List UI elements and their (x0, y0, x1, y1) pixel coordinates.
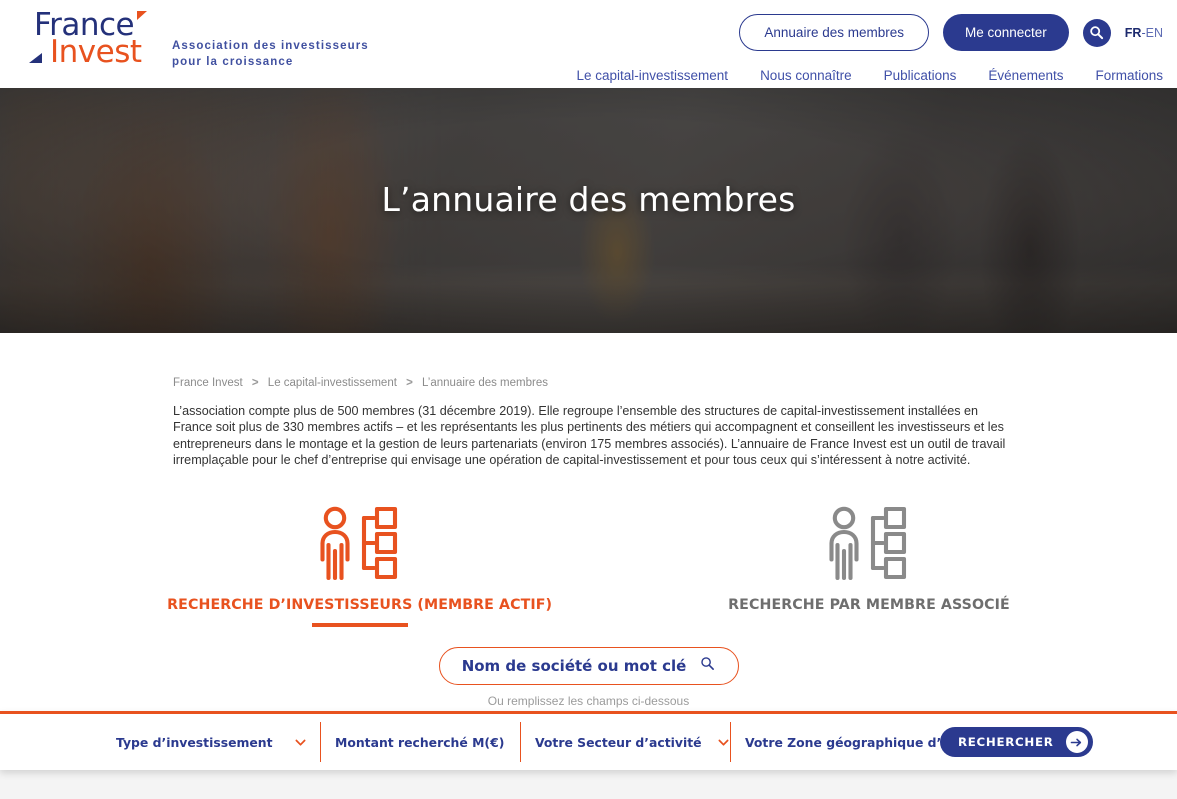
breadcrumb-item-capital-investissement[interactable]: Le capital-investissement (268, 377, 397, 389)
login-button[interactable]: Me connecter (942, 14, 1069, 51)
search-submit-button[interactable]: RECHERCHER (940, 727, 1093, 757)
search-input[interactable]: Nom de société ou mot clé (438, 646, 739, 685)
directory-button[interactable]: Annuaire des membres (739, 14, 929, 51)
keyword-search-area: Nom de société ou mot clé Ou remplissez … (0, 646, 1177, 708)
logo-word-invest: Invest (50, 34, 142, 70)
logo-mark: France Invest (26, 10, 147, 72)
nav-item-evenements[interactable]: Événements (988, 68, 1063, 83)
person-org-chart-icon (824, 503, 914, 581)
lang-en[interactable]: EN (1146, 26, 1163, 40)
filter-label-secteur-activite: Votre Secteur d’activité (535, 734, 702, 750)
breadcrumb: France Invest > Le capital-investissemen… (173, 377, 1177, 389)
site-header: France Invest Association des investisse… (0, 0, 1177, 88)
breadcrumb-separator: > (406, 377, 413, 389)
tab-label-recherche-investisseurs: RECHERCHE D’INVESTISSEURS (MEMBRE ACTIF) (167, 596, 553, 613)
filter-bar: Type d’investissement Montant recherché … (0, 711, 1177, 770)
person-org-chart-icon (315, 503, 405, 581)
tab-label-recherche-membre-associe: RECHERCHE PAR MEMBRE ASSOCIÉ (728, 596, 1010, 613)
nav-item-capital-investissement[interactable]: Le capital-investissement (576, 68, 728, 83)
logo-arrow-icon (29, 53, 42, 63)
nav-item-nous-connaitre[interactable]: Nous connaître (760, 68, 852, 83)
filter-zone-geographique[interactable]: Votre Zone géographique d’activité (730, 722, 1021, 762)
filter-label-montant-recherche: Montant recherché M(€) (335, 734, 505, 750)
breadcrumb-item-current: L’annuaire des membres (422, 377, 548, 389)
intro-paragraph: L’association compte plus de 500 membres… (173, 404, 1006, 468)
logo-tagline: Association des investisseurs pour la cr… (172, 40, 369, 68)
nav-item-formations[interactable]: Formations (1095, 68, 1163, 83)
site-logo[interactable]: France Invest Association des investisse… (26, 10, 369, 72)
search-icon[interactable] (1082, 18, 1111, 47)
search-mode-tabs: RECHERCHE D’INVESTISSEURS (MEMBRE ACTIF) (0, 503, 1177, 627)
breadcrumb-item-home[interactable]: France Invest (173, 377, 243, 389)
filter-type-investissement[interactable]: Type d’investissement (116, 722, 320, 762)
page-bottom-strip (0, 770, 1177, 799)
logo-flag-icon (137, 11, 147, 20)
search-hint-text: Ou remplissez les champs ci-dessous (487, 693, 690, 708)
chevron-down-icon (718, 739, 729, 746)
breadcrumb-separator: > (251, 377, 259, 389)
lang-fr[interactable]: FR (1125, 26, 1142, 40)
header-actions: Annuaire des membres Me connecter FR-EN (739, 14, 1163, 51)
page-root: France Invest Association des investisse… (0, 0, 1177, 799)
filter-secteur-activite[interactable]: Votre Secteur d’activité (520, 722, 730, 762)
filter-montant-recherche[interactable]: Montant recherché M(€) (320, 722, 520, 762)
tab-recherche-membre-associe[interactable]: RECHERCHE PAR MEMBRE ASSOCIÉ (728, 503, 1010, 627)
filter-label-type-investissement: Type d’investissement (116, 734, 273, 750)
hero-banner: L’annuaire des membres (0, 88, 1177, 333)
search-submit-label: RECHERCHER (958, 735, 1054, 749)
chevron-down-icon (295, 739, 306, 746)
search-input-placeholder: Nom de société ou mot clé (461, 656, 687, 675)
language-switcher[interactable]: FR-EN (1125, 26, 1163, 40)
tab-recherche-investisseurs[interactable]: RECHERCHE D’INVESTISSEURS (MEMBRE ACTIF) (167, 503, 552, 627)
main-content: France Invest > Le capital-investissemen… (0, 377, 1177, 708)
arrow-right-icon (1065, 731, 1088, 753)
nav-item-publications[interactable]: Publications (884, 68, 957, 83)
main-navigation: Le capital-investissement Nous connaître… (576, 68, 1163, 83)
page-title: L’annuaire des membres (381, 180, 796, 219)
magnifier-icon[interactable] (700, 656, 715, 676)
